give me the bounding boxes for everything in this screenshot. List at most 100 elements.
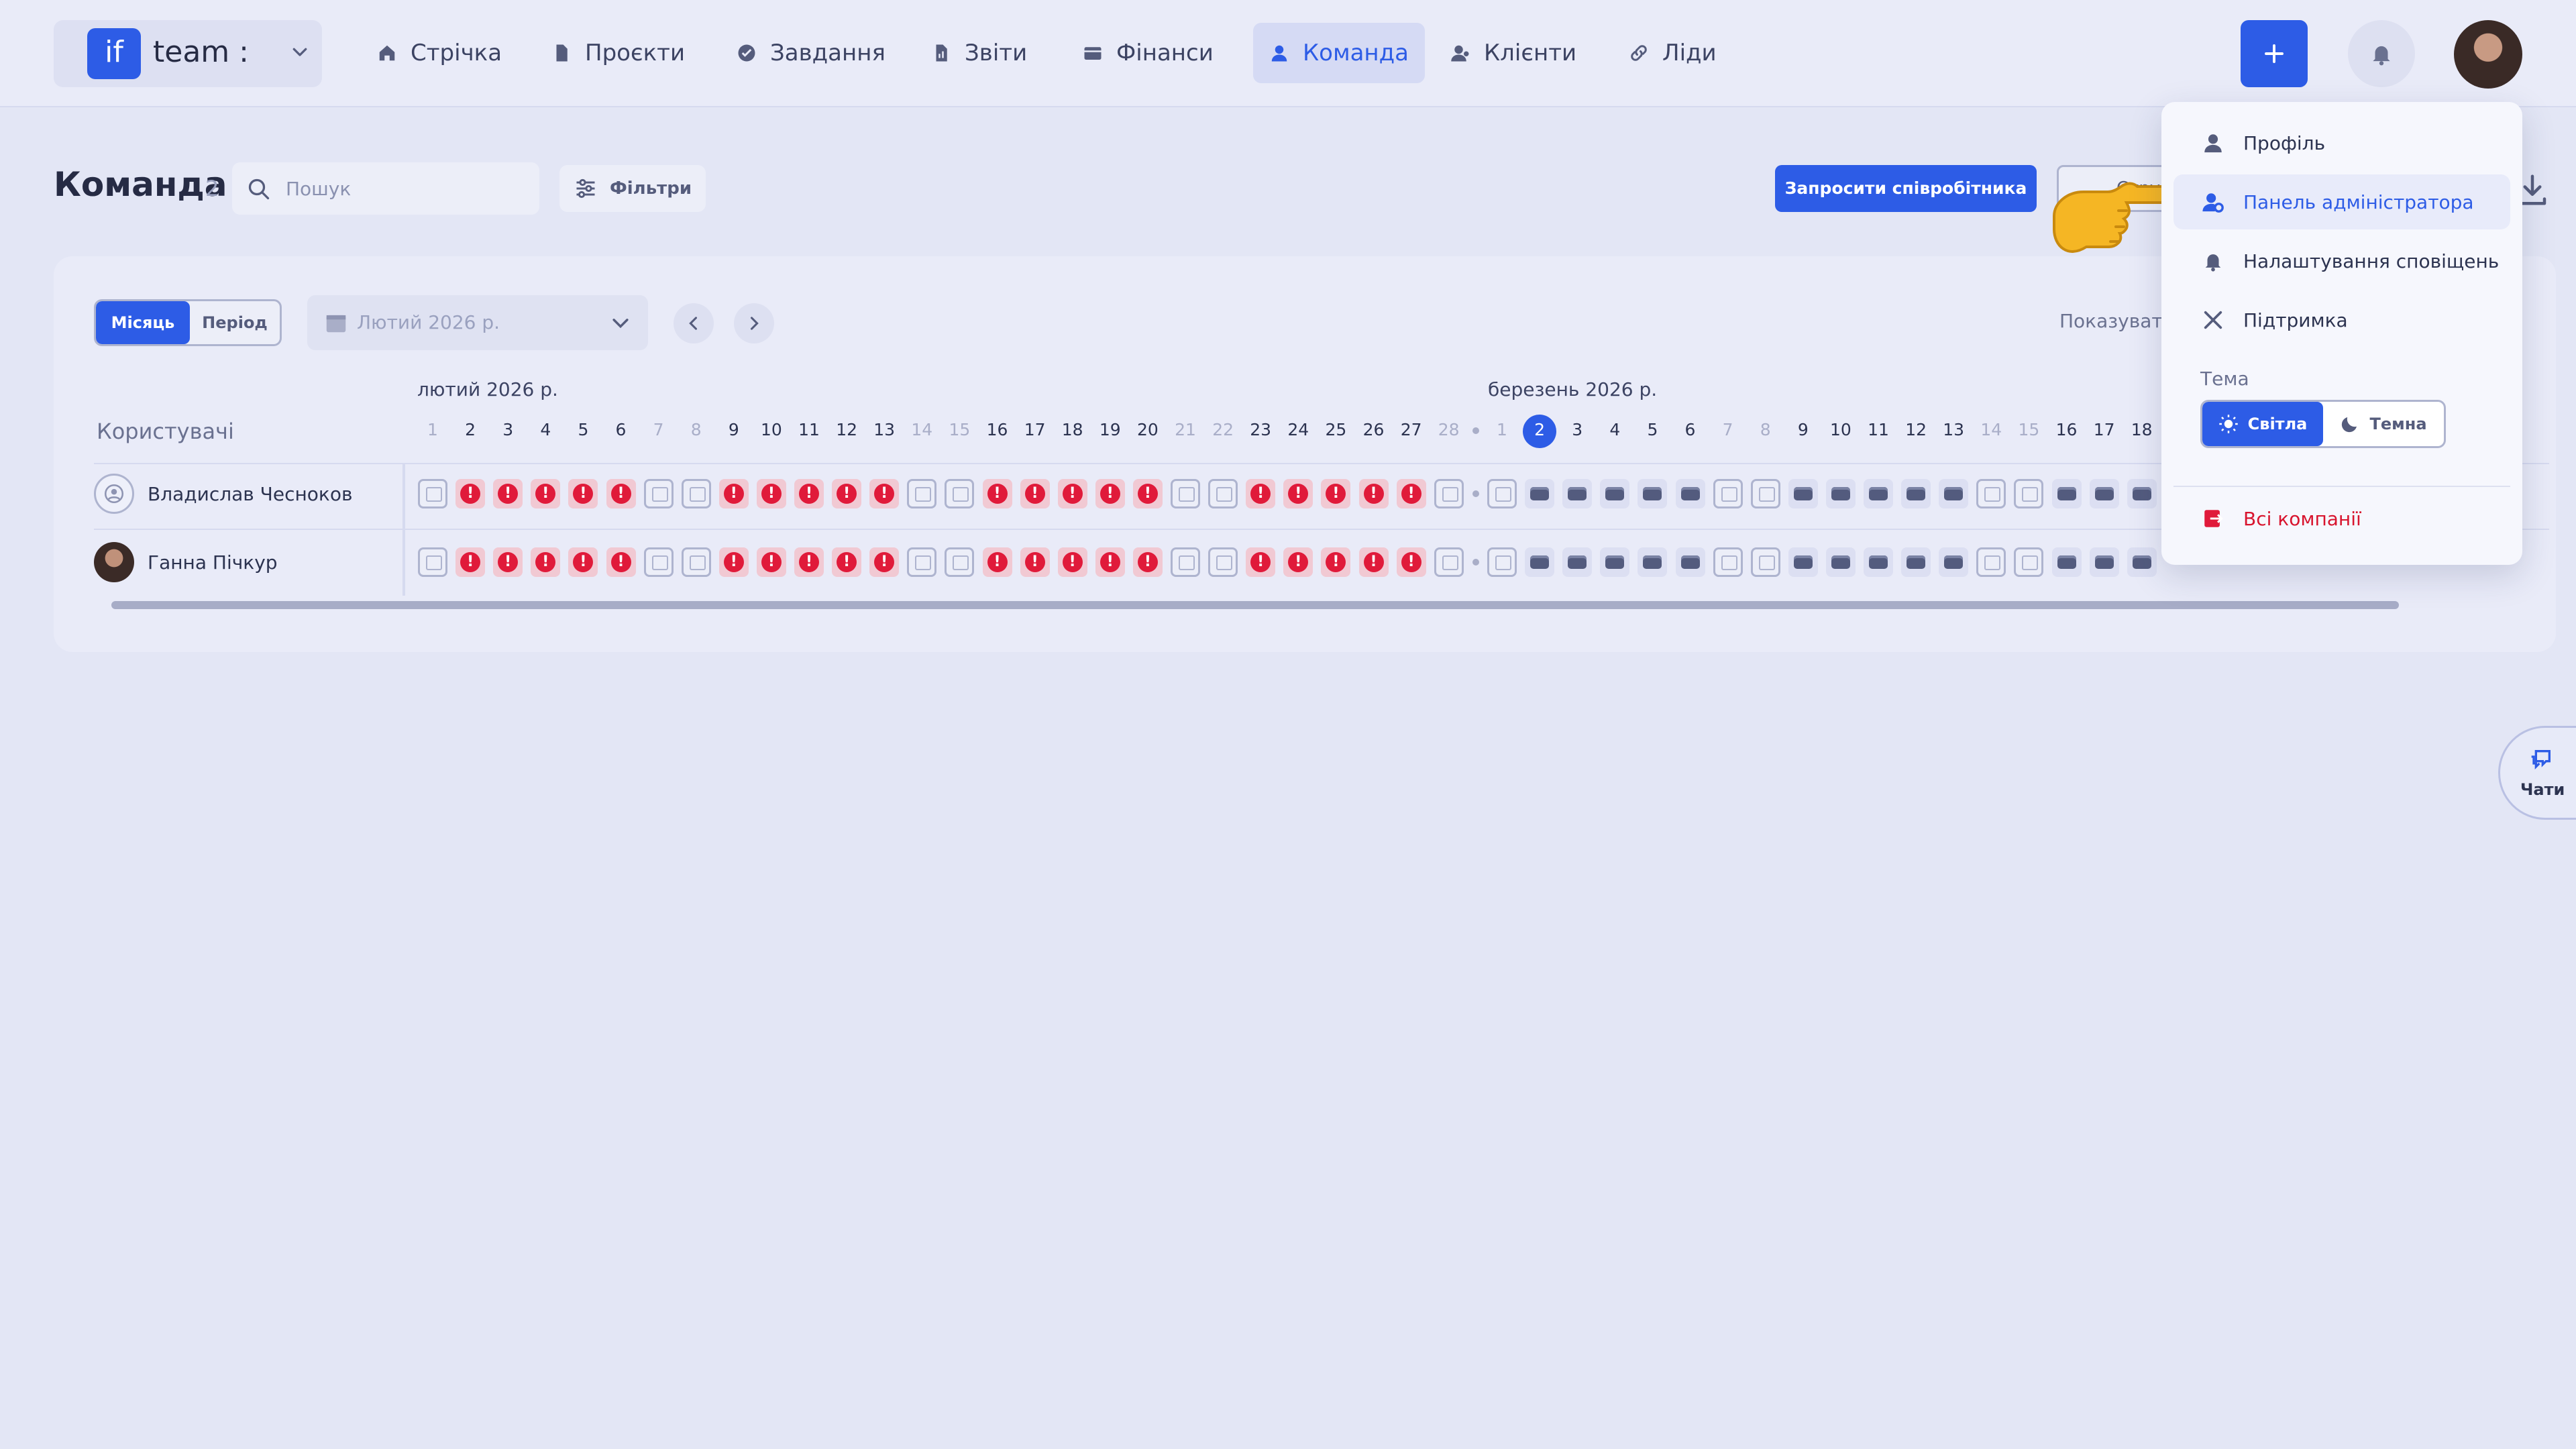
day-cell[interactable]: [2089, 547, 2119, 577]
day-cell[interactable]: [794, 479, 824, 508]
day-cell[interactable]: [1208, 479, 1238, 508]
day-cell[interactable]: [1246, 479, 1276, 508]
toggle-period[interactable]: Період: [190, 301, 280, 344]
day-cell[interactable]: [756, 479, 786, 508]
nav-item-team[interactable]: Команда: [1253, 23, 1425, 83]
day-cell[interactable]: [1939, 479, 1969, 508]
day-cell[interactable]: [2127, 479, 2157, 508]
day-cell[interactable]: [1132, 547, 1163, 577]
day-cell[interactable]: [1864, 547, 1893, 577]
search-box[interactable]: [232, 162, 539, 215]
day-cell[interactable]: [1864, 479, 1893, 508]
day-cell[interactable]: [643, 547, 674, 577]
day-cell[interactable]: [1638, 479, 1668, 508]
theme-dark-button[interactable]: Темна: [2323, 402, 2444, 446]
day-cell[interactable]: [493, 479, 523, 508]
day-cell[interactable]: [2014, 547, 2044, 577]
day-cell[interactable]: [1901, 479, 1931, 508]
month-select[interactable]: Лютий 2026 р.: [307, 295, 648, 350]
day-cell[interactable]: [718, 479, 749, 508]
day-cell[interactable]: [568, 479, 598, 508]
day-cell[interactable]: [1901, 547, 1931, 577]
day-cell[interactable]: [982, 479, 1012, 508]
day-cell[interactable]: [1396, 547, 1426, 577]
day-cell[interactable]: [718, 547, 749, 577]
day-cell[interactable]: [1976, 479, 2006, 508]
day-cell[interactable]: [1487, 547, 1517, 577]
day-cell[interactable]: [982, 547, 1012, 577]
day-cell[interactable]: [1825, 547, 1856, 577]
menu-item-notification-settings[interactable]: Налаштування сповіщень: [2174, 233, 2510, 288]
menu-item-support[interactable]: Підтримка: [2174, 292, 2510, 347]
menu-item-all-companies[interactable]: Всі компанії: [2174, 491, 2510, 546]
next-month-button[interactable]: [734, 303, 774, 343]
day-cell[interactable]: [455, 547, 486, 577]
prev-month-button[interactable]: [674, 303, 714, 343]
user-row-hanna[interactable]: Ганна Пічкур: [94, 542, 278, 582]
day-cell[interactable]: [1321, 479, 1351, 508]
day-cell[interactable]: [1525, 547, 1555, 577]
day-cell[interactable]: [1788, 547, 1818, 577]
day-cell[interactable]: [1525, 479, 1555, 508]
day-cell[interactable]: [1171, 547, 1200, 577]
day-cell[interactable]: [869, 547, 900, 577]
menu-item-profile[interactable]: Профіль: [2174, 115, 2510, 170]
day-cell[interactable]: [1396, 479, 1426, 508]
day-cell[interactable]: [1057, 479, 1087, 508]
day-cell[interactable]: [756, 547, 786, 577]
nav-item-projects[interactable]: Проєкти: [535, 23, 701, 83]
day-cell[interactable]: [1020, 547, 1050, 577]
day-cell[interactable]: [568, 547, 598, 577]
day-cell[interactable]: [606, 547, 636, 577]
day-cell[interactable]: [643, 479, 674, 508]
day-cell[interactable]: [1095, 479, 1125, 508]
day-cell[interactable]: [1976, 547, 2006, 577]
day-cell[interactable]: [1487, 479, 1517, 508]
day-cell[interactable]: [1208, 547, 1238, 577]
day-cell[interactable]: [1638, 547, 1668, 577]
theme-light-button[interactable]: Світла: [2202, 402, 2323, 446]
day-cell[interactable]: [606, 479, 636, 508]
scrollbar-thumb[interactable]: [111, 601, 2399, 609]
day-cell[interactable]: [1600, 547, 1630, 577]
nav-item-leads[interactable]: Ліди: [1613, 23, 1733, 83]
day-cell[interactable]: [1283, 479, 1313, 508]
day-cell[interactable]: [945, 547, 975, 577]
day-cell[interactable]: [1171, 479, 1200, 508]
toggle-month[interactable]: Місяць: [96, 301, 190, 344]
day-cell[interactable]: [1434, 547, 1464, 577]
day-cell[interactable]: [1562, 547, 1593, 577]
day-cell[interactable]: [493, 547, 523, 577]
day-cell[interactable]: [418, 547, 447, 577]
avatar[interactable]: [2454, 20, 2522, 89]
day-cell[interactable]: [1675, 479, 1705, 508]
day-cell[interactable]: [1750, 479, 1780, 508]
day-cell[interactable]: [1939, 547, 1969, 577]
day-cell[interactable]: [1132, 479, 1163, 508]
day-cell[interactable]: [1321, 547, 1351, 577]
day-cell[interactable]: [681, 479, 711, 508]
nav-item-tasks[interactable]: Завдання: [720, 23, 902, 83]
day-cell[interactable]: [907, 547, 937, 577]
day-cell[interactable]: [1358, 547, 1389, 577]
day-cell[interactable]: [832, 479, 862, 508]
nav-item-reports[interactable]: Звіти: [915, 23, 1043, 83]
day-cell[interactable]: [681, 547, 711, 577]
day-cell[interactable]: [1600, 479, 1630, 508]
day-cell[interactable]: [1283, 547, 1313, 577]
day-cell[interactable]: [418, 479, 447, 508]
invite-employee-button[interactable]: Запросити співробітника: [1775, 165, 2037, 212]
nav-item-finance[interactable]: Фінанси: [1067, 23, 1230, 83]
day-cell[interactable]: [2051, 479, 2082, 508]
company-switcher[interactable]: if team :: [54, 20, 322, 87]
day-cell[interactable]: [1020, 479, 1050, 508]
day-cell[interactable]: [1713, 479, 1743, 508]
day-cell[interactable]: [531, 479, 561, 508]
day-cell[interactable]: [1825, 479, 1856, 508]
day-cell[interactable]: [1788, 479, 1818, 508]
day-cell[interactable]: [2127, 547, 2157, 577]
day-cell[interactable]: [794, 547, 824, 577]
day-cell[interactable]: [1713, 547, 1743, 577]
day-cell[interactable]: [1057, 547, 1087, 577]
filters-button[interactable]: Фільтри: [559, 165, 706, 212]
